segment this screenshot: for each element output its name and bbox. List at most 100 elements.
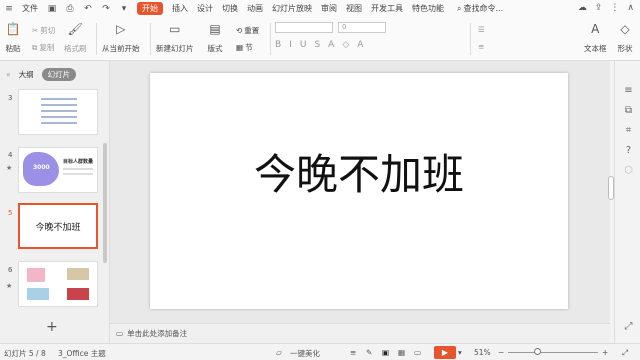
clear-format-icon[interactable]: ◇	[342, 40, 349, 50]
notes-bar[interactable]: ▭ 单击此处添加备注	[110, 323, 610, 343]
menu-icon[interactable]: ≡	[4, 4, 14, 14]
add-slide-button[interactable]: +	[46, 319, 58, 335]
bold-icon[interactable]: B	[275, 40, 281, 50]
slide-thumbnail[interactable]	[18, 89, 98, 135]
cut-button[interactable]: ✂ 剪切	[32, 25, 55, 36]
beautify-icon: ▱	[276, 348, 282, 357]
bullet-list-icon: ☰	[478, 25, 485, 34]
animation-star-icon: ★	[6, 282, 13, 290]
play-from-current-button[interactable]: ▷ 从当前开始	[102, 21, 140, 54]
zoom-level[interactable]: 51%	[474, 348, 491, 357]
expand-icon[interactable]: ⤢	[623, 321, 634, 332]
theme-name[interactable]: 3_Office 主题	[58, 348, 106, 359]
reading-view-icon[interactable]: ▭	[414, 348, 421, 357]
italic-icon[interactable]: I	[289, 40, 292, 50]
underline-icon[interactable]: U	[300, 40, 307, 50]
slide-thumbnail[interactable]: 3000 目标人群数量	[18, 147, 98, 193]
cloud-icon[interactable]: ☁	[578, 3, 587, 13]
collapse-icon[interactable]: ∧	[627, 3, 634, 13]
slide-thumbnail-selected[interactable]: 今晚不加班	[18, 203, 98, 249]
copy-button[interactable]: ⧉ 复制	[32, 42, 54, 53]
right-sidebar: ≡ ⧉ ⌗ ? ⬡ ⤢	[614, 61, 640, 343]
beautify-button[interactable]: 一键美化	[290, 348, 320, 359]
tab-developer[interactable]: 开发工具	[371, 3, 403, 14]
new-slide-button[interactable]: ▭ 新建幻灯片	[156, 21, 194, 54]
bullet-list-button[interactable]: ☰	[478, 25, 485, 34]
normal-view-icon[interactable]: ▣	[382, 348, 389, 357]
play-options-icon[interactable]: ▾	[458, 348, 462, 357]
thumb-caption: 今晚不加班	[35, 223, 81, 233]
tab-view[interactable]: 视图	[346, 3, 362, 14]
scissors-icon: ✂	[32, 26, 39, 35]
tab-design[interactable]: 设计	[197, 3, 213, 14]
more-icon[interactable]: ⋮	[610, 3, 619, 13]
format-painter-button[interactable]: 🖌 格式刷	[64, 21, 87, 54]
zoom-slider-knob[interactable]	[534, 348, 541, 355]
thumb-image	[27, 288, 49, 300]
slide-title-text[interactable]: 今晚不加班	[150, 141, 568, 202]
font-color-icon[interactable]: A	[328, 40, 334, 50]
zoom-slider[interactable]	[508, 352, 598, 353]
paste-button[interactable]: 📋 粘贴	[4, 21, 22, 54]
tab-review[interactable]: 审阅	[321, 3, 337, 14]
thumb-image	[67, 268, 89, 280]
crop-icon[interactable]: ⌗	[623, 125, 634, 136]
shape-icon: ◇	[620, 22, 630, 36]
strikethrough-icon[interactable]: S	[314, 40, 320, 50]
save-icon[interactable]: ▣	[47, 4, 57, 14]
thumb-image	[67, 288, 89, 300]
thumb-image	[27, 268, 45, 282]
slideshow-play-button[interactable]: ▶	[434, 346, 456, 359]
slide-thumbnail[interactable]	[18, 261, 98, 307]
slide-panel: « 大纲 幻灯片 3 4 ★ 3000 目标人群数量 5 今晚不加班 6 ★ +	[0, 61, 110, 343]
current-slide[interactable]: 今晚不加班	[150, 73, 568, 309]
highlight-icon[interactable]: A	[357, 40, 363, 50]
print-icon[interactable]: ⎙	[65, 4, 75, 14]
command-search[interactable]: ⌕ 查找命令...	[457, 3, 503, 14]
tab-home[interactable]: 开始	[137, 2, 163, 15]
tab-features[interactable]: 特色功能	[412, 3, 444, 14]
section-icon: ▦	[236, 43, 244, 52]
reset-button[interactable]: ⟲ 重置	[236, 25, 259, 36]
file-menu[interactable]: 文件	[22, 3, 38, 14]
comment-icon[interactable]: ✎	[366, 348, 372, 357]
panel-tabs: « 大纲 幻灯片	[6, 68, 77, 81]
divider	[270, 23, 271, 55]
tab-slideshow[interactable]: 幻灯片放映	[272, 3, 312, 14]
panel-scrollbar[interactable]	[103, 143, 107, 263]
section-button[interactable]: ▦ 节	[236, 42, 253, 53]
properties-icon[interactable]: ≡	[623, 85, 634, 96]
notes-toggle-icon[interactable]: ≡	[350, 348, 356, 357]
dropdown-icon[interactable]: ▾	[119, 4, 129, 14]
help-icon[interactable]: ?	[623, 145, 634, 156]
play-icon: ▶	[441, 348, 449, 357]
tab-outline[interactable]: 大纲	[19, 69, 34, 80]
align-button[interactable]: ≡	[478, 42, 484, 51]
sorter-view-icon[interactable]: ▦	[398, 348, 405, 357]
thumb-line	[63, 168, 93, 170]
redo-icon[interactable]: ↷	[101, 4, 111, 14]
zoom-in-icon[interactable]: +	[602, 348, 608, 357]
cube-icon[interactable]: ⬡	[623, 165, 634, 176]
thumb-caption: 目标人群数量	[63, 159, 94, 165]
collapse-panel-icon[interactable]: «	[6, 70, 11, 79]
tab-transition[interactable]: 切换	[222, 3, 238, 14]
thumb-figure: 3000	[33, 164, 50, 171]
divider	[96, 23, 97, 55]
layout-button[interactable]: ▤ 版式	[206, 21, 224, 54]
font-size-input[interactable]: 0	[338, 22, 386, 33]
tab-slides[interactable]: 幻灯片	[41, 68, 77, 81]
brush-icon: 🖌	[67, 22, 83, 36]
new-slide-icon: ▭	[169, 22, 181, 36]
fit-window-icon[interactable]: ⤢	[622, 348, 628, 358]
undo-icon[interactable]: ↶	[83, 4, 93, 14]
tab-animation[interactable]: 动画	[247, 3, 263, 14]
copy-icon[interactable]: ⧉	[623, 105, 634, 116]
text-box-button[interactable]: A 文本框	[584, 21, 607, 54]
zoom-out-icon[interactable]: −	[498, 348, 504, 357]
shape-button[interactable]: ◇ 形状	[616, 21, 634, 54]
layout-icon: ▤	[209, 22, 221, 36]
share-icon[interactable]: ⇪	[595, 3, 603, 13]
tab-insert[interactable]: 插入	[172, 3, 188, 14]
font-name-input[interactable]	[275, 22, 333, 33]
